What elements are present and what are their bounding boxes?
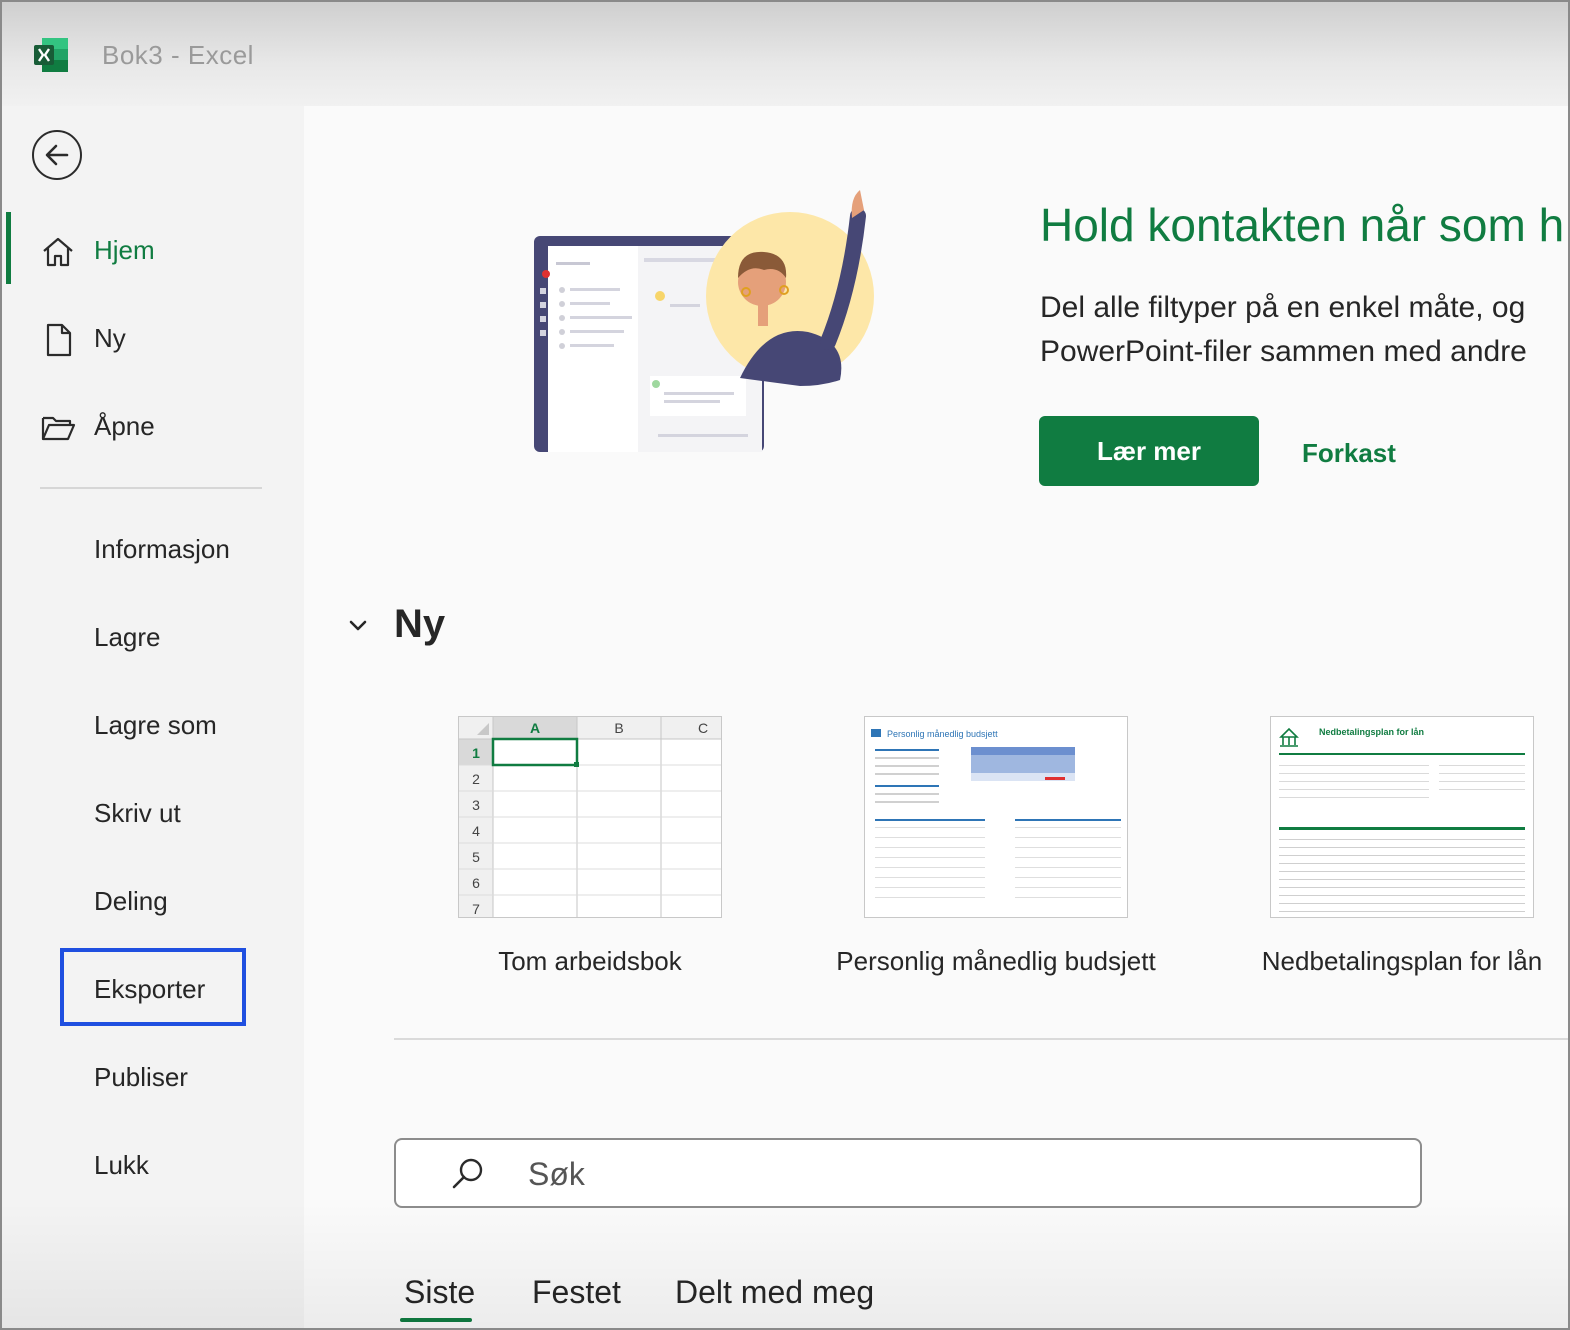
chevron-down-icon[interactable] bbox=[346, 614, 370, 638]
new-document-icon bbox=[46, 323, 72, 357]
loan-thumbnail: Nedbetalingsplan for lån bbox=[1279, 727, 1525, 912]
title-bar: Bok3 - Excel bbox=[2, 2, 1568, 106]
column-header-b: B bbox=[614, 720, 623, 736]
sidebar-item-home[interactable]: Hjem bbox=[2, 220, 282, 280]
blank-grid-thumbnail: A B C 1 2 3 4 5 6 7 bbox=[459, 717, 721, 917]
column-header-c: C bbox=[698, 720, 708, 736]
template-label: Nedbetalingsplan for lån bbox=[1261, 946, 1543, 976]
banner-line: PowerPoint-filer sammen med andre bbox=[1040, 335, 1527, 368]
excel-window: Bok3 - Excel Hjem Ny Åpne Informasjon La… bbox=[0, 0, 1570, 1330]
sidebar-item-new[interactable]: Ny bbox=[2, 308, 282, 368]
template-loan-schedule[interactable]: Nedbetalingsplan for lån bbox=[1270, 716, 1534, 918]
search-icon bbox=[452, 1158, 483, 1189]
row-header-2: 2 bbox=[472, 771, 480, 787]
sidebar-item-label: Åpne bbox=[94, 410, 155, 441]
search-box[interactable] bbox=[394, 1138, 1422, 1208]
export-highlight-box bbox=[60, 948, 246, 1026]
template-label: Personlig månedlig budsjett bbox=[836, 946, 1156, 976]
budget-thumb-title: Personlig månedlig budsjett bbox=[887, 729, 998, 739]
tab-pinned[interactable]: Festet bbox=[532, 1274, 621, 1311]
sidebar-item-share[interactable]: Deling bbox=[94, 886, 168, 917]
excel-logo-icon bbox=[34, 38, 68, 72]
sidebar-item-label: Ny bbox=[94, 322, 126, 353]
sidebar-item-save[interactable]: Lagre bbox=[94, 622, 161, 653]
back-button[interactable] bbox=[32, 130, 82, 180]
budget-thumbnail: Personlig månedlig budsjett bbox=[871, 729, 1121, 898]
row-header-3: 3 bbox=[472, 797, 480, 813]
banner-line: Del alle filtyper på en enkel måte, og bbox=[1040, 291, 1526, 324]
banner-text: Del alle filtyper på en enkel måte, og P… bbox=[1040, 286, 1527, 374]
loan-thumb-title: Nedbetalingsplan for lån bbox=[1319, 727, 1424, 737]
tab-recent[interactable]: Siste bbox=[404, 1274, 475, 1311]
template-monthly-budget[interactable]: Personlig månedlig budsjett bbox=[864, 716, 1128, 918]
row-header-6: 6 bbox=[472, 875, 480, 891]
sidebar-item-info[interactable]: Informasjon bbox=[94, 534, 230, 565]
row-header-4: 4 bbox=[472, 823, 480, 839]
sidebar-item-print[interactable]: Skriv ut bbox=[94, 798, 181, 829]
search-input[interactable] bbox=[528, 1152, 1388, 1196]
window-title: Bok3 - Excel bbox=[102, 40, 254, 70]
banner-title: Hold kontakten når som h bbox=[1040, 199, 1565, 251]
folder-open-icon bbox=[41, 416, 76, 441]
row-header-7: 7 bbox=[472, 901, 480, 917]
backstage-sidebar: Hjem Ny Åpne Informasjon Lagre Lagre som… bbox=[2, 106, 304, 1328]
tab-shared-with-me[interactable]: Delt med meg bbox=[675, 1274, 874, 1311]
backstage-main: Hold kontakten når som h Del alle filtyp… bbox=[304, 106, 1568, 1328]
teams-promo-illustration bbox=[534, 190, 874, 452]
dismiss-link[interactable]: Forkast bbox=[1302, 438, 1396, 469]
section-divider bbox=[394, 1038, 1568, 1040]
sidebar-item-publish[interactable]: Publiser bbox=[94, 1062, 188, 1093]
sidebar-item-open[interactable]: Åpne bbox=[2, 396, 282, 456]
sidebar-item-close[interactable]: Lukk bbox=[94, 1150, 149, 1181]
row-header-1: 1 bbox=[472, 745, 480, 761]
learn-more-button[interactable]: Lær mer bbox=[1039, 416, 1259, 486]
row-header-5: 5 bbox=[472, 849, 480, 865]
template-label: Tom arbeidsbok bbox=[498, 946, 682, 976]
template-blank-workbook[interactable]: A B C 1 2 3 4 5 6 7 bbox=[458, 716, 722, 918]
section-title: Ny bbox=[394, 602, 446, 646]
arrow-left-icon bbox=[45, 144, 69, 166]
sidebar-divider bbox=[40, 487, 262, 489]
sidebar-item-save-as[interactable]: Lagre som bbox=[94, 710, 217, 741]
sidebar-item-label: Hjem bbox=[94, 234, 155, 265]
column-header-a: A bbox=[530, 720, 540, 736]
home-icon bbox=[43, 237, 73, 267]
active-tab-indicator bbox=[400, 1318, 472, 1322]
